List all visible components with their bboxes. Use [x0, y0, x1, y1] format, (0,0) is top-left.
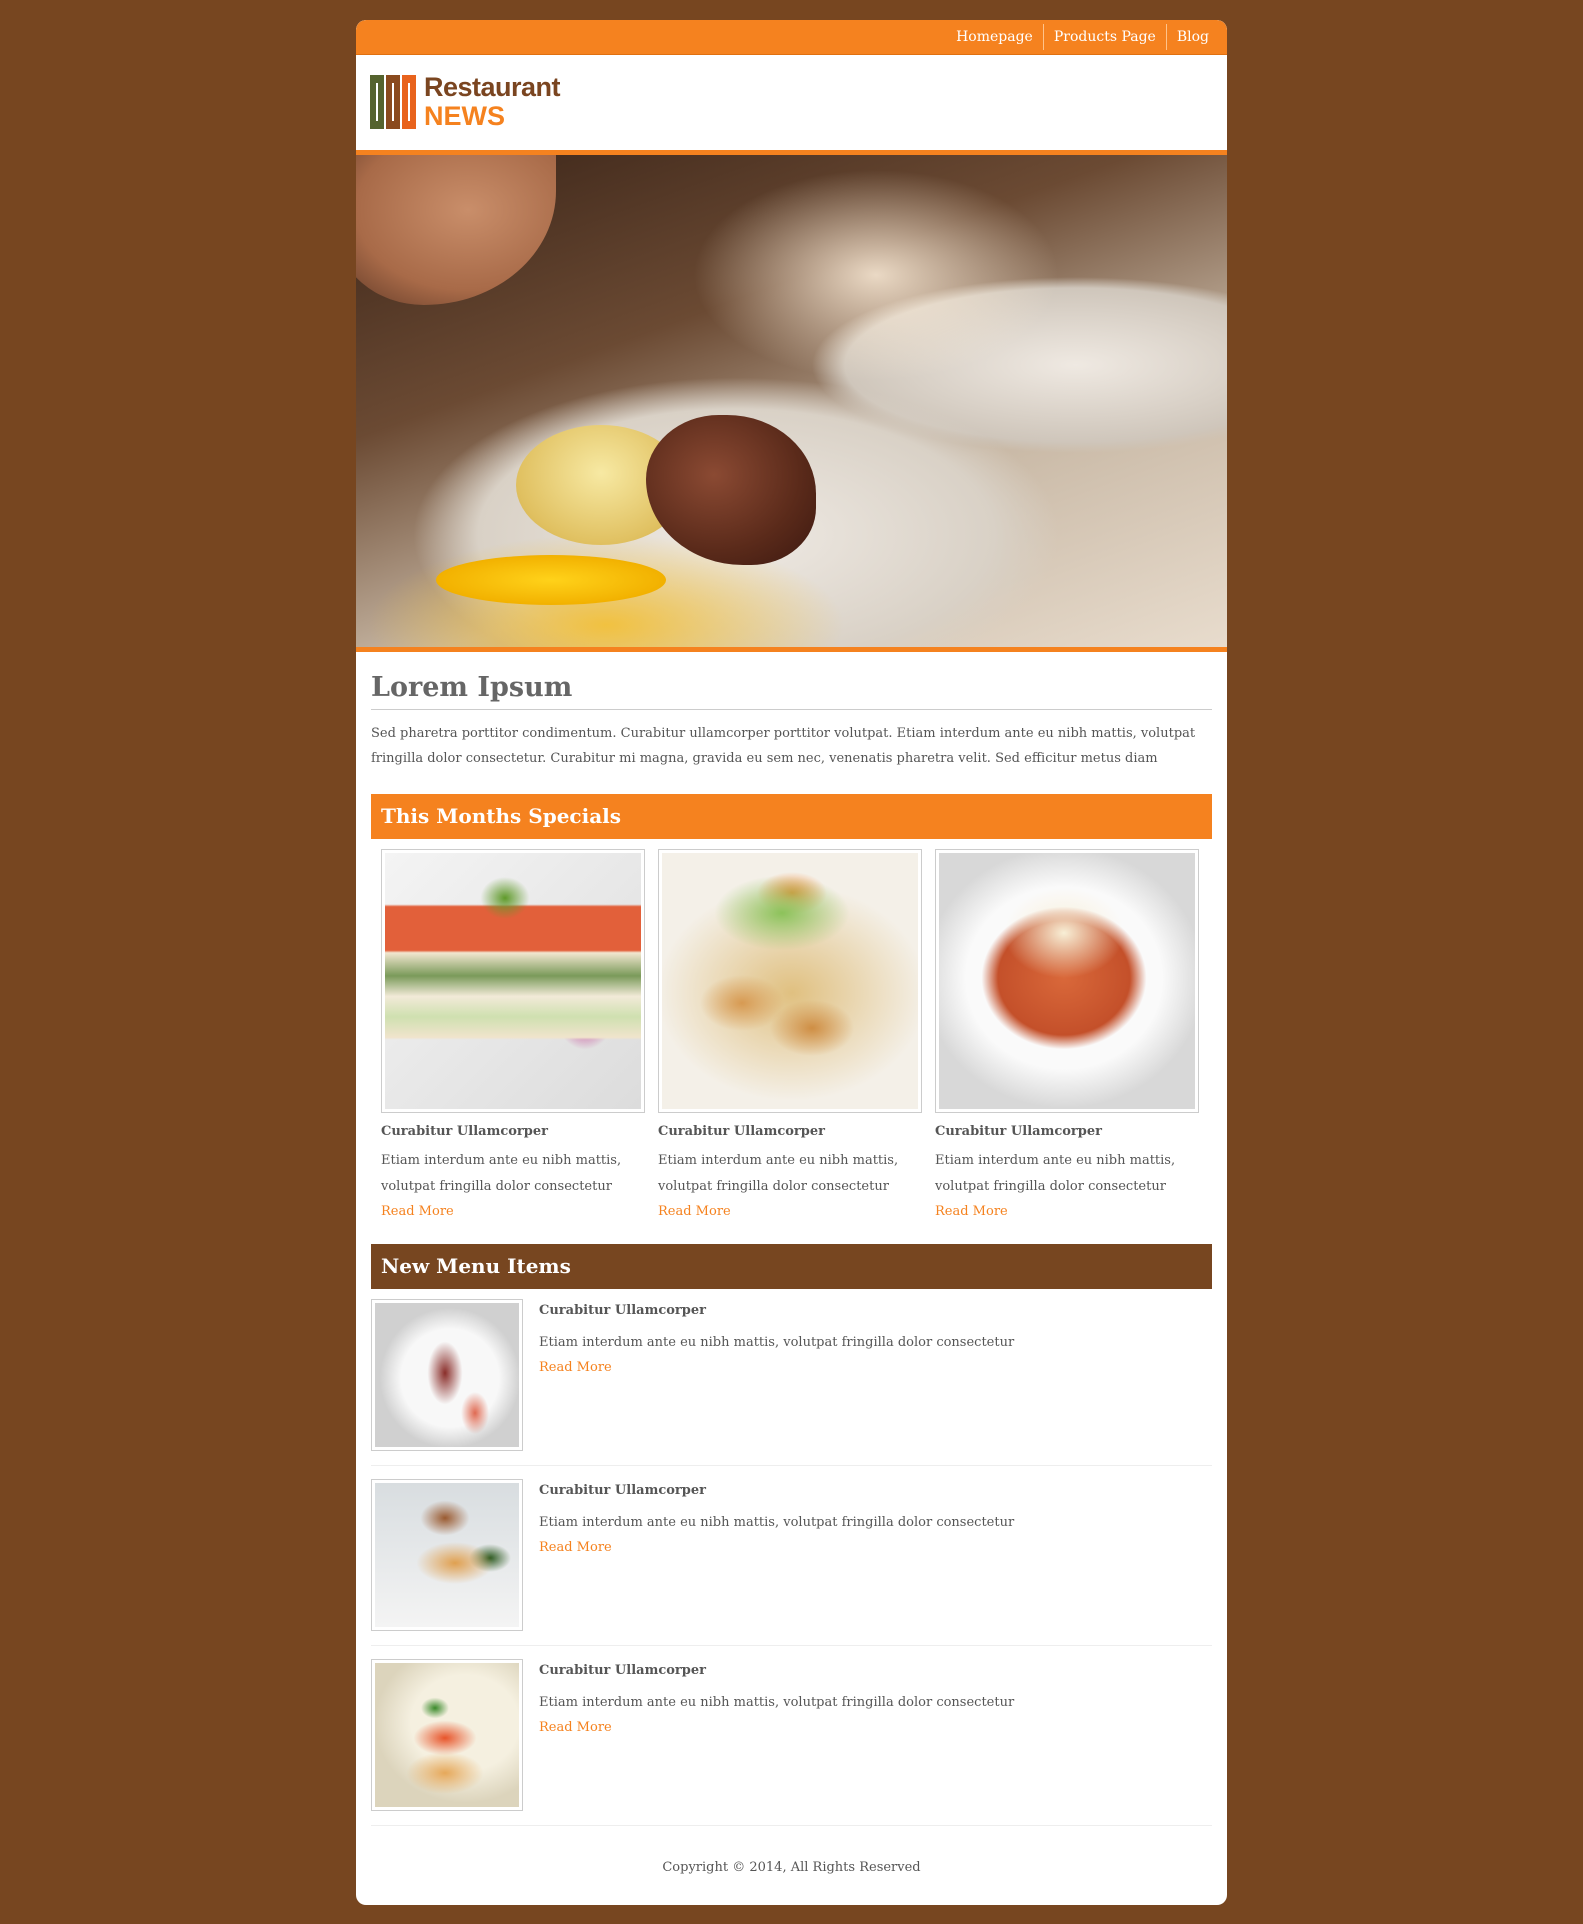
list-item: Curabitur Ullamcorper Etiam interdum ant…: [371, 1299, 1212, 1466]
menu-item-description: Etiam interdum ante eu nibh mattis, volu…: [539, 1335, 1015, 1350]
top-nav-bar: Homepage Products Page Blog: [356, 20, 1227, 55]
menu-item-description: Etiam interdum ante eu nibh mattis, volu…: [539, 1515, 1015, 1530]
list-item: Curabitur Ullamcorper Etiam interdum ant…: [371, 1479, 1212, 1646]
special-description: Etiam interdum ante eu nibh mattis, volu…: [935, 1153, 1176, 1194]
special-title: Curabitur Ullamcorper: [381, 1124, 548, 1139]
special-card: Curabitur Ullamcorper Etiam interdum ant…: [658, 849, 922, 1224]
read-more-link[interactable]: Read More: [381, 1204, 454, 1219]
header: Restaurant NEWS: [356, 55, 1227, 155]
cutlery-logo-icon: [370, 75, 416, 129]
nav-link-blog[interactable]: Blog: [1167, 24, 1219, 50]
special-title: Curabitur Ullamcorper: [935, 1124, 1102, 1139]
menu-item-title: Curabitur Ullamcorper: [539, 1303, 706, 1318]
read-more-link[interactable]: Read More: [539, 1540, 612, 1555]
special-description: Etiam interdum ante eu nibh mattis, volu…: [658, 1153, 899, 1194]
menu-image-roast[interactable]: [371, 1479, 523, 1631]
read-more-link[interactable]: Read More: [539, 1720, 612, 1735]
special-card: Curabitur Ullamcorper Etiam interdum ant…: [381, 849, 645, 1224]
logo-line-news: NEWS: [424, 101, 505, 131]
special-title: Curabitur Ullamcorper: [658, 1124, 825, 1139]
read-more-link[interactable]: Read More: [935, 1204, 1008, 1219]
menu-image-steak[interactable]: [371, 1299, 523, 1451]
special-image-pasta[interactable]: [935, 849, 1199, 1113]
special-card: Curabitur Ullamcorper Etiam interdum ant…: [935, 849, 1199, 1224]
menu-item-title: Curabitur Ullamcorper: [539, 1483, 706, 1498]
logo-text: Restaurant NEWS: [424, 72, 561, 131]
new-menu-list: Curabitur Ullamcorper Etiam interdum ant…: [371, 1299, 1212, 1826]
new-menu-heading: New Menu Items: [371, 1244, 1212, 1289]
read-more-link[interactable]: Read More: [658, 1204, 731, 1219]
special-image-lasagna[interactable]: [381, 849, 645, 1113]
menu-item-description: Etiam interdum ante eu nibh mattis, volu…: [539, 1695, 1015, 1710]
menu-image-bruschetta[interactable]: [371, 1659, 523, 1811]
newsletter-container: Homepage Products Page Blog Restaurant N…: [356, 20, 1227, 1905]
page-title: Lorem Ipsum: [371, 672, 1212, 710]
intro-paragraph: Sed pharetra porttitor condimentum. Cura…: [371, 726, 1196, 766]
main-content: Lorem Ipsum Sed pharetra porttitor condi…: [356, 672, 1227, 1826]
nav-link-products-page[interactable]: Products Page: [1044, 24, 1166, 50]
menu-item-title: Curabitur Ullamcorper: [539, 1663, 706, 1678]
footer-copyright: Copyright © 2014, All Rights Reserved: [662, 1860, 921, 1875]
special-image-chicken[interactable]: [658, 849, 922, 1113]
specials-grid: Curabitur Ullamcorper Etiam interdum ant…: [371, 839, 1212, 1224]
specials-heading: This Months Specials: [371, 794, 1212, 839]
special-description: Etiam interdum ante eu nibh mattis, volu…: [381, 1153, 622, 1194]
hero-image-plated-steak: [356, 155, 1227, 652]
read-more-link[interactable]: Read More: [539, 1360, 612, 1375]
logo-line-restaurant: Restaurant: [424, 72, 561, 102]
nav-link-homepage[interactable]: Homepage: [946, 24, 1043, 50]
logo[interactable]: Restaurant NEWS: [370, 72, 561, 131]
list-item: Curabitur Ullamcorper Etiam interdum ant…: [371, 1659, 1212, 1826]
